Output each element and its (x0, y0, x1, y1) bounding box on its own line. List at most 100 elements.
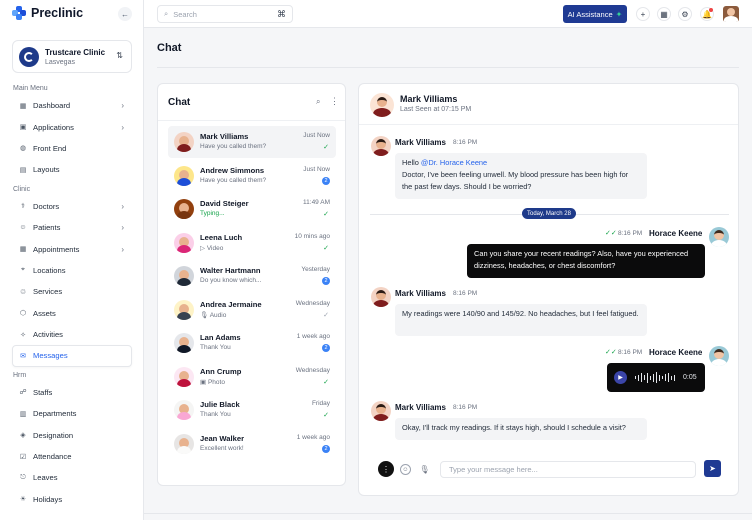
sidebar-item-label: Holidays (33, 494, 63, 504)
sidebar-item-appointments[interactable]: ▦ Appointments › (0, 238, 143, 259)
sidebar-item-label: Activities (33, 330, 63, 340)
sidebar-item-label: Patients (33, 223, 61, 233)
title-divider (157, 67, 739, 68)
search-icon[interactable]: ⌕ (316, 97, 320, 107)
sidebar-item-staffs[interactable]: ☍ Staffs (0, 382, 143, 403)
last-seen: Last Seen at 07:15 PM (400, 106, 472, 113)
clinic-switcher[interactable]: Trustcare Clinic Lasvegas ⇅ (12, 40, 132, 73)
sidebar-item-dashboard[interactable]: ▦ Dashboard › (0, 95, 143, 116)
calendar-button[interactable]: ▦ (657, 7, 671, 21)
sidebar-item-label: Messages (33, 351, 68, 361)
conversation-time: 1 week ago (296, 333, 330, 340)
sidebar-item-layouts[interactable]: ▤ Layouts (0, 159, 143, 180)
conversation-preview: Thank You (200, 411, 231, 418)
contact-avatar[interactable] (370, 93, 394, 117)
conversation-time: 1 week ago (296, 433, 330, 441)
conversation-item[interactable]: Ann Crump ▣ Photo Wednesday ✓ (168, 361, 336, 393)
ai-assistance-button[interactable]: AI Assistance ✦ (563, 5, 627, 23)
conversation-item[interactable]: Julie Black Thank You Friday ✓ (168, 394, 336, 426)
preview-text: Excellent work! (200, 444, 244, 452)
conversation-item[interactable]: Walter Hartmann Do you know which... Yeste… (168, 260, 336, 292)
plus-icon: + (640, 9, 646, 19)
message-time: 8:16 PM (618, 230, 643, 237)
sidebar-item-messages[interactable]: ✉ Messages (12, 345, 132, 367)
logo-icon (12, 6, 26, 20)
preview-text: Thank You (200, 344, 231, 351)
emoji-button[interactable]: ☺ (400, 464, 411, 475)
conversation-time: 10 mins ago (294, 232, 330, 240)
activity-icon: ✧ (20, 331, 26, 339)
globe-icon: ◍ (19, 145, 27, 153)
photo-icon: ▣ (200, 378, 208, 386)
conversation-item[interactable]: Jean Walker Excellent work! 1 week ago 2 (168, 428, 336, 460)
sidebar-item-holidays[interactable]: ☀ Holidays (0, 489, 143, 510)
more-options-button[interactable]: ⋮ (378, 461, 394, 477)
conversation-time: Friday (311, 400, 330, 407)
brand-logo[interactable]: Preclinic (12, 6, 83, 20)
message-text: Doctor, I've been feeling unwell. My blo… (402, 169, 629, 191)
conversation-item[interactable]: David Steiger Typing... 11:49 AM ✓ (168, 193, 336, 225)
more-vertical-icon: ⋮ (382, 464, 390, 474)
sidebar-item-label: Front End (33, 143, 67, 153)
send-button[interactable]: ➤ (704, 460, 721, 477)
smile-icon: ☺ (402, 466, 409, 473)
more-vertical-icon[interactable]: ⋮ (330, 96, 339, 107)
conversation-item[interactable]: Leena Luch ▷ Video 10 mins ago ✓ (168, 227, 336, 259)
leave-icon: ⎋ (20, 473, 26, 481)
notifications-button[interactable]: 🔔 (700, 7, 714, 21)
message-bubble: Can you share your recent readings? Also… (467, 244, 705, 278)
collapse-sidebar-button[interactable]: ← (118, 7, 132, 21)
sidebar-item-assets[interactable]: ⬡ Assets (0, 303, 143, 324)
sidebar-item-patients[interactable]: ☺ Patients › (0, 217, 143, 238)
sidebar-item-activities[interactable]: ✧ Activities (0, 324, 143, 345)
sidebar-item-departments[interactable]: ▥ Departments (0, 403, 143, 424)
message-input[interactable] (440, 461, 696, 478)
send-icon: ➤ (709, 464, 716, 473)
global-search[interactable]: ⌕ Search ⌘ (157, 5, 293, 23)
clinic-location: Lasvegas (45, 58, 75, 66)
microphone-button[interactable]: 🎙 (419, 464, 430, 475)
message-sender: Horace Keene (649, 229, 703, 238)
sidebar-item-label: Designation (33, 430, 74, 440)
preview-text: Do you know which... (200, 277, 262, 284)
conversation-time: Wednesday (295, 299, 330, 307)
grid-icon: ▦ (19, 102, 27, 110)
sidebar-item-locations[interactable]: ⌖ Locations (0, 260, 143, 281)
conversation-preview: ▣ Photo (200, 378, 225, 386)
conversation-item[interactable]: Andrea Jermaine 🎙 Audio Wednesday ✓ (168, 294, 336, 326)
settings-button[interactable]: ⚙ (678, 7, 692, 21)
sidebar-item-doctors[interactable]: ⚕ Doctors › (0, 196, 143, 217)
sidebar-item-leaves[interactable]: ⎋ Leaves (0, 467, 143, 488)
sidebar-item-designation[interactable]: ◈ Designation (0, 424, 143, 445)
play-icon[interactable]: ▶ (614, 371, 627, 384)
command-key-icon: ⌘ (277, 8, 286, 19)
user-avatar[interactable] (723, 6, 739, 22)
conversation-preview: Have you called them? (200, 143, 266, 150)
sidebar-item-label: Dashboard (33, 101, 71, 111)
microphone-icon: 🎙 (419, 465, 430, 474)
avatar (174, 266, 194, 286)
audio-waveform[interactable] (635, 372, 675, 383)
conversation-item[interactable]: Andrew Simmons Have you called them? Just … (168, 160, 336, 192)
conversation-item[interactable]: Mark Villiams Have you called them? Just N… (168, 126, 336, 158)
preview-text: Typing... (200, 210, 225, 217)
add-button[interactable]: + (636, 7, 650, 21)
conversation-item[interactable]: Lan Adams Thank You 1 week ago 2 (168, 327, 336, 359)
preview-text: Audio (209, 311, 227, 319)
sidebar-menu: Main Menu ▦ Dashboard › ▣ Applications › ◍ Front… (0, 80, 143, 510)
chat-list-title: Chat (168, 97, 191, 108)
conversation-name: Walter Hartmann (200, 266, 261, 275)
mention-link[interactable]: @Dr. Horace Keene (421, 158, 487, 167)
message-sender: Mark Villiams (395, 289, 446, 298)
sidebar-item-services[interactable]: ♲ Services (0, 281, 143, 302)
header-divider (359, 124, 738, 125)
sidebar-item-applications[interactable]: ▣ Applications › (0, 116, 143, 137)
preview-text: Have you called them? (200, 143, 267, 150)
sidebar-item-front-end[interactable]: ◍ Front End (0, 138, 143, 159)
audio-icon: 🎙 (200, 311, 210, 319)
sidebar-item-attendance[interactable]: ☑ Attendance (0, 446, 143, 467)
check-icon: ✓ (323, 378, 329, 386)
staff-icon: ☍ (19, 389, 27, 397)
message-sender: Mark Villiams (395, 138, 446, 147)
swap-icon: ⇅ (116, 51, 123, 60)
